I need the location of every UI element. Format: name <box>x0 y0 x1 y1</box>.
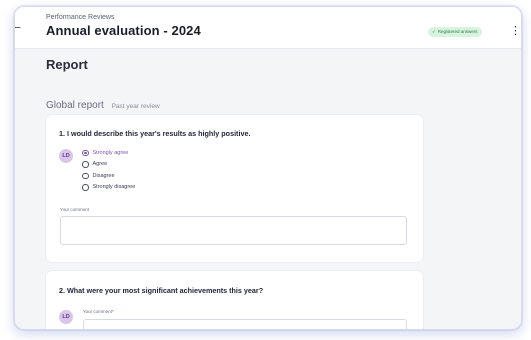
option-strongly-disagree[interactable]: Strongly disagree <box>82 182 135 194</box>
option-strongly-agree[interactable]: Strongly agree <box>82 147 135 159</box>
question-text: 2. What were your most significant achie… <box>59 286 264 295</box>
section-title: Global report <box>46 100 104 111</box>
kebab-menu-icon[interactable]: ⋮ <box>510 23 521 39</box>
report-heading: Report <box>46 57 88 72</box>
question-card-1: 1. I would describe this year's results … <box>46 115 423 262</box>
avatar: LD <box>59 149 73 163</box>
section-subtitle: Past year review <box>111 103 160 110</box>
header-bar: ← Performance Reviews Annual evaluation … <box>15 7 521 49</box>
comment-label: Your comment <box>60 207 89 212</box>
answer-options: Strongly agree Agree Disagree Strongly d… <box>82 147 135 193</box>
check-icon: ✓ <box>432 29 436 34</box>
app-window: ← Performance Reviews Annual evaluation … <box>14 6 522 330</box>
option-label: Strongly disagree <box>92 184 136 191</box>
arrow-left-icon[interactable]: ← <box>15 17 25 35</box>
option-label: Strongly agree <box>92 149 129 156</box>
question-text: 1. I would describe this year's results … <box>59 129 251 138</box>
avatar: LD <box>59 310 73 324</box>
option-disagree[interactable]: Disagree <box>82 170 135 182</box>
question-card-2: 2. What were your most significant achie… <box>46 271 423 329</box>
comment-label-text: Your comment <box>83 309 112 314</box>
comment-input[interactable] <box>83 319 407 329</box>
comment-label: Your comment* <box>83 309 114 314</box>
section-heading: Global report Past year review <box>46 100 160 111</box>
comment-input[interactable] <box>60 216 407 245</box>
option-agree[interactable]: Agree <box>82 159 135 171</box>
radio-icon[interactable] <box>82 184 89 191</box>
breadcrumb[interactable]: Performance Reviews <box>46 14 114 21</box>
option-label: Agree <box>92 161 108 168</box>
page-title: Annual evaluation - 2024 <box>46 23 201 38</box>
radio-selected-icon[interactable] <box>82 149 89 156</box>
radio-icon[interactable] <box>82 172 89 179</box>
status-badge: ✓ Registered answers <box>428 27 482 37</box>
radio-icon[interactable] <box>82 161 89 168</box>
status-badge-label: Registered answers <box>437 29 478 34</box>
option-label: Disagree <box>92 172 115 179</box>
required-marker: * <box>111 309 114 314</box>
